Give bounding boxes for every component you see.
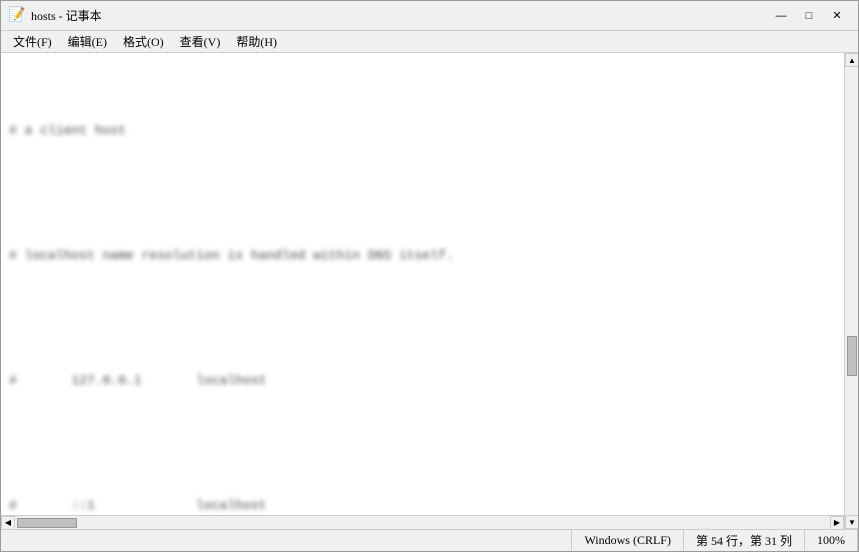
- content-line: [9, 433, 836, 454]
- vertical-scrollbar[interactable]: ▲ ▼: [844, 53, 858, 529]
- status-empty: [1, 530, 572, 551]
- content-line: [9, 184, 836, 205]
- content-line: # 127.0.0.1 localhost: [9, 371, 836, 392]
- scroll-v-thumb[interactable]: [847, 336, 857, 376]
- status-position: 第 54 行，第 31 列: [684, 530, 805, 551]
- window-title: hosts - 记事本: [31, 7, 102, 24]
- content-line: # localhost name resolution is handled w…: [9, 246, 836, 267]
- menu-format[interactable]: 格式(O): [115, 31, 172, 52]
- app-icon: 📝: [9, 8, 25, 24]
- notepad-window: 📝 hosts - 记事本 — □ ✕ 文件(F) 编辑(E) 格式(O) 查看…: [0, 0, 859, 552]
- maximize-button[interactable]: □: [796, 6, 822, 26]
- text-area[interactable]: # a client host # localhost name resolut…: [1, 53, 844, 515]
- status-encoding: Windows (CRLF): [572, 530, 684, 551]
- scroll-down-arrow[interactable]: ▼: [845, 515, 858, 529]
- scroll-right-arrow[interactable]: ▶: [830, 516, 844, 530]
- minimize-button[interactable]: —: [768, 6, 794, 26]
- content-line: # a client host: [9, 121, 836, 142]
- menu-file[interactable]: 文件(F): [5, 31, 60, 52]
- scroll-h-thumb[interactable]: [17, 518, 77, 528]
- content-line: [9, 309, 836, 330]
- menu-view[interactable]: 查看(V): [172, 31, 229, 52]
- window-controls: — □ ✕: [768, 6, 850, 26]
- title-bar-left: 📝 hosts - 记事本: [9, 7, 102, 24]
- scroll-left-arrow[interactable]: ◀: [1, 516, 15, 530]
- close-button[interactable]: ✕: [824, 6, 850, 26]
- editor-area: # a client host # localhost name resolut…: [1, 53, 858, 529]
- content-line: # ::1 localhost: [9, 496, 836, 515]
- status-bar: Windows (CRLF) 第 54 行，第 31 列 100%: [1, 529, 858, 551]
- menu-bar: 文件(F) 编辑(E) 格式(O) 查看(V) 帮助(H): [1, 31, 858, 53]
- text-content[interactable]: # a client host # localhost name resolut…: [1, 53, 844, 515]
- scroll-up-arrow[interactable]: ▲: [845, 53, 858, 67]
- status-zoom: 100%: [805, 530, 858, 551]
- menu-help[interactable]: 帮助(H): [228, 31, 285, 52]
- scroll-h-track[interactable]: [15, 516, 830, 530]
- menu-edit[interactable]: 编辑(E): [60, 31, 115, 52]
- horizontal-scrollbar[interactable]: ◀ ▶: [1, 515, 844, 529]
- title-bar: 📝 hosts - 记事本 — □ ✕: [1, 1, 858, 31]
